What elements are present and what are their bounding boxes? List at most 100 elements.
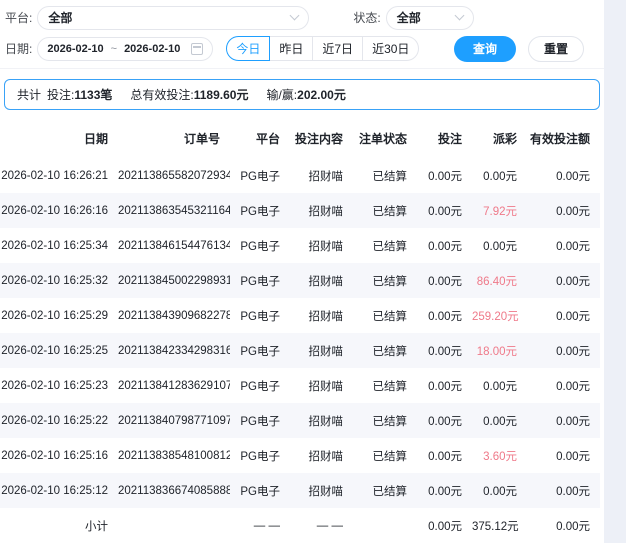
summary-valid-bet-value: 1189.60元	[193, 88, 249, 102]
summary-bet-count-value: 1133笔	[74, 88, 113, 102]
cell-bet-content: 招财喵	[308, 380, 344, 393]
subtotal-order	[118, 508, 230, 543]
column-header-platform: 平台	[255, 132, 280, 146]
column-header-bet: 投注	[437, 132, 462, 146]
cell-order-no: 2021138635453211648	[118, 193, 230, 228]
cell-order-no: 2021138385481008128	[118, 449, 230, 462]
date-range-input[interactable]: 2026-02-10 ~ 2026-02-10	[37, 36, 214, 61]
cell-platform: PG电子	[240, 450, 280, 463]
query-button[interactable]: 查询	[454, 35, 516, 62]
cell-date: 2026-02-10 16:25:32	[0, 263, 118, 298]
cell-status: 已结算	[372, 450, 408, 463]
cell-status: 已结算	[372, 170, 408, 183]
cell-status: 已结算	[372, 380, 408, 393]
cell-valid-bet: 0.00元	[556, 450, 590, 463]
summary-valid-bet: 总有效投注:1189.60元	[130, 86, 248, 103]
cell-bet: 0.00元	[428, 170, 462, 183]
cell-bet: 0.00元	[417, 333, 472, 368]
cell-bet: 0.00元	[428, 450, 462, 463]
subtotal-platform: — —	[253, 519, 280, 532]
summary-bet-count: 投注:1133笔	[47, 86, 112, 103]
cell-valid-bet: 0.00元	[527, 473, 600, 508]
column-header-valid-bet: 有效投注额	[529, 132, 590, 146]
cell-order-no: 2021138407987710976	[118, 403, 230, 438]
cell-order-no: 2021138366740858881	[118, 473, 230, 508]
cell-status: 已结算	[353, 333, 417, 368]
cell-bet-content: 招财喵	[290, 263, 353, 298]
column-header-payout: 派彩	[492, 132, 517, 146]
table-header: 日期 订单号 平台 投注内容 注单状态 投注 派彩 有效投注额	[0, 119, 600, 158]
quick-range-30days[interactable]: 近30日	[362, 36, 420, 61]
cell-valid-bet: 0.00元	[527, 403, 600, 438]
cell-valid-bet: 0.00元	[556, 240, 590, 253]
quick-range-today[interactable]: 今日	[226, 36, 271, 61]
table-row: 2026-02-10 16:25:25 2021138423342983168 …	[0, 333, 600, 368]
table-row: 2026-02-10 16:25:34 2021138461544761345 …	[0, 228, 600, 263]
cell-status: 已结算	[372, 310, 408, 323]
cell-date: 2026-02-10 16:25:12	[0, 473, 118, 508]
cell-bet-content: 招财喵	[308, 310, 344, 323]
summary-win-loss: 输/赢:202.00元	[266, 86, 345, 103]
cell-valid-bet: 0.00元	[527, 333, 600, 368]
subtotal-payout: 375.12元	[472, 520, 519, 533]
cell-bet: 0.00元	[417, 473, 472, 508]
cell-bet-content: 招财喵	[290, 473, 353, 508]
date-separator: ~	[110, 42, 118, 55]
status-select-value: 全部	[396, 11, 421, 25]
cell-date: 2026-02-10 16:26:16	[0, 193, 118, 228]
cell-date: 2026-02-10 16:25:25	[0, 333, 118, 368]
cell-status: 已结算	[353, 403, 417, 438]
cell-bet-content: 招财喵	[290, 333, 353, 368]
cell-payout: 7.92元	[472, 193, 527, 228]
summary-win-loss-label: 输/赢:	[266, 88, 298, 102]
quick-range-7days[interactable]: 近7日	[312, 36, 364, 61]
table-row: 2026-02-10 16:25:22 2021138407987710976 …	[0, 403, 600, 438]
table-row: 2026-02-10 16:25:23 2021138412836291072 …	[0, 368, 600, 403]
table-row: 2026-02-10 16:26:16 2021138635453211648 …	[0, 193, 600, 228]
cell-bet-content: 招财喵	[290, 403, 353, 438]
table-body: 2026-02-10 16:26:21 2021138655820729344 …	[0, 158, 600, 543]
cell-bet: 0.00元	[428, 310, 462, 323]
quick-range-yesterday[interactable]: 昨日	[269, 36, 314, 61]
content-panel: 平台: 全部 状态: 全部 日期: 2026-02-10 ~ 2026-02-1…	[0, 0, 604, 543]
cell-platform: PG电子	[230, 263, 290, 298]
cell-date: 2026-02-10 16:25:29	[1, 309, 108, 322]
cell-status: 已结算	[353, 263, 417, 298]
platform-label: 平台:	[5, 11, 33, 25]
cell-order-no: 2021138412836291072	[118, 379, 230, 392]
status-select[interactable]: 全部	[385, 5, 474, 30]
cell-order-no: 2021138461544761345	[118, 239, 230, 252]
summary-bet-count-label: 投注:	[47, 88, 75, 102]
reset-button[interactable]: 重置	[528, 35, 584, 62]
cell-date: 2026-02-10 16:25:23	[1, 379, 108, 392]
platform-select[interactable]: 全部	[37, 5, 310, 30]
cell-valid-bet: 0.00元	[556, 380, 590, 393]
quick-range-group: 今日 昨日 近7日 近30日	[226, 36, 420, 61]
chevron-down-icon	[289, 10, 300, 21]
table-row: 2026-02-10 16:25:12 2021138366740858881 …	[0, 473, 600, 508]
date-end: 2026-02-10	[124, 42, 181, 55]
filter-row-1: 平台: 全部 状态: 全部	[5, 5, 594, 30]
cell-payout: 3.60元	[483, 450, 517, 463]
cell-bet: 0.00元	[428, 380, 462, 393]
filter-bar: 平台: 全部 状态: 全部 日期: 2026-02-10 ~ 2026-02-1…	[0, 0, 604, 69]
cell-bet-content: 招财喵	[308, 240, 344, 253]
cell-bet-content: 招财喵	[308, 170, 344, 183]
cell-platform: PG电子	[230, 473, 290, 508]
cell-valid-bet: 0.00元	[527, 193, 600, 228]
date-start: 2026-02-10	[47, 42, 104, 55]
cell-order-no: 2021138450022989315	[118, 263, 230, 298]
date-label: 日期:	[5, 42, 33, 56]
cell-payout: 86.40元	[472, 263, 527, 298]
subtotal-valid-bet: 0.00元	[556, 520, 590, 533]
date-range-value: 2026-02-10 ~ 2026-02-10	[47, 43, 180, 55]
calendar-icon[interactable]	[191, 42, 204, 55]
table-row: 2026-02-10 16:25:29 2021138439096822784 …	[0, 298, 600, 333]
cell-date: 2026-02-10 16:26:21	[1, 169, 108, 182]
summary-prefix: 共计	[17, 88, 42, 102]
column-header-date: 日期	[83, 132, 108, 146]
column-header-bet-content: 投注内容	[294, 132, 343, 146]
table-row: 2026-02-10 16:25:32 2021138450022989315 …	[0, 263, 600, 298]
summary-win-loss-value: 202.00元	[297, 88, 346, 102]
cell-payout: 0.00元	[472, 473, 527, 508]
